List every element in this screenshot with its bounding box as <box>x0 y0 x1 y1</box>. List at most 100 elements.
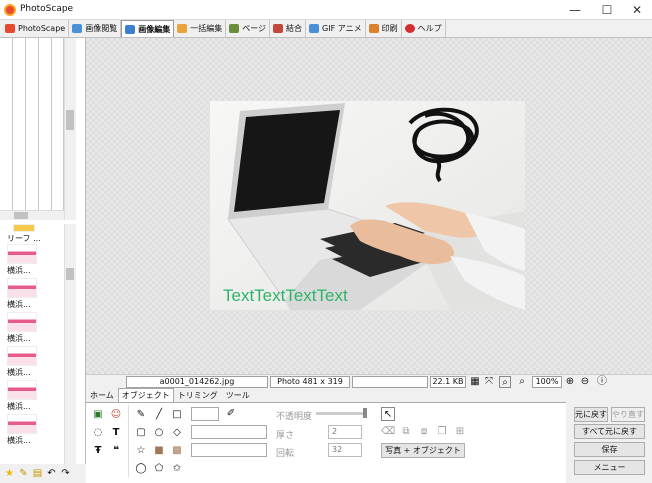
zoom-actual-icon[interactable]: ⌕ <box>516 376 528 388</box>
tab-gif[interactable]: GIF アニメ <box>306 20 366 37</box>
tab-print[interactable]: 印刷 <box>366 20 402 37</box>
thumbnail-scrollbar[interactable] <box>64 224 76 464</box>
editor-icon <box>125 24 136 34</box>
tab-label: 結合 <box>286 24 303 33</box>
maximize-button[interactable]: ☐ <box>592 0 622 20</box>
close-button[interactable]: ✕ <box>622 0 652 20</box>
pen-icon[interactable]: ✎ <box>134 408 148 422</box>
list-item[interactable]: リーフ ... <box>0 224 64 244</box>
line-style-dropdown[interactable] <box>191 425 267 439</box>
save-button[interactable]: 保存 <box>574 442 645 457</box>
select-arrow-icon[interactable]: ↖ <box>381 407 395 421</box>
main-tab-bar: PhotoScape 画像閲覧 画像編集 一括編集 ページ 結合 GIF アニメ… <box>0 20 652 38</box>
left-toolbar: ★ ✎ ▤ ↶ ↷ <box>0 464 86 483</box>
print-icon <box>368 24 379 33</box>
window-title: PhotoScape <box>20 4 74 14</box>
photo-insert-icon[interactable]: ▣ <box>91 408 105 422</box>
pentagon-icon[interactable]: ⬠ <box>152 462 166 476</box>
tab-viewer[interactable]: 画像閲覧 <box>69 20 122 37</box>
minimize-button[interactable]: — <box>560 0 590 20</box>
thumbnail-list: リーフ ... 横浜... 横浜... 横浜... 横浜... 横浜... 横浜… <box>0 224 64 464</box>
edit-tabs: ホーム オブジェクト トリミング ツール <box>86 388 254 402</box>
zoom-out-icon[interactable]: ⊖ <box>579 376 591 388</box>
edit-tab-tools[interactable]: ツール <box>222 388 254 402</box>
thickness-stepper[interactable]: 2 <box>328 425 362 439</box>
menu-button[interactable]: メニュー <box>574 460 645 475</box>
thumbnail-image <box>7 278 37 298</box>
star-outline-icon[interactable]: ✩ <box>170 462 184 476</box>
zoom-in-icon[interactable]: ⊕ <box>564 376 576 388</box>
edited-photo[interactable] <box>210 101 525 310</box>
delete-icon[interactable]: ⌫ <box>381 425 395 439</box>
list-item[interactable]: 横浜... <box>0 312 64 346</box>
edit-tab-home[interactable]: ホーム <box>86 388 118 402</box>
duplicate-icon[interactable]: ❐ <box>435 425 449 439</box>
rounded-rect-icon[interactable]: ▢ <box>134 426 148 440</box>
folder-horizontal-thumb[interactable] <box>14 212 28 219</box>
speech-bubble-icon[interactable]: ◌ <box>91 426 105 440</box>
opacity-slider[interactable] <box>316 412 366 415</box>
rotation-label: 回転 <box>276 449 295 459</box>
folder-scroll-thumb[interactable] <box>66 110 74 130</box>
text-box-icon[interactable]: Ŧ <box>91 444 105 458</box>
undo-all-button[interactable]: すべて元に戻す <box>574 424 645 439</box>
send-back-icon[interactable]: ⧈ <box>417 425 431 439</box>
thumbnail-image <box>7 380 37 400</box>
clipart-icon[interactable]: ☺ <box>109 408 123 422</box>
thumbnail-image <box>7 312 37 332</box>
forward-arrow-icon[interactable]: ↷ <box>60 468 71 479</box>
rotation-stepper[interactable]: 32 <box>328 443 362 457</box>
folder-arrow-icon[interactable]: ✎ <box>18 468 29 479</box>
folder-horizontal-scrollbar[interactable] <box>0 210 64 220</box>
rectangle-icon[interactable]: □ <box>170 408 184 422</box>
thumbnail-image <box>7 244 37 264</box>
list-item[interactable]: 横浜... <box>0 278 64 312</box>
folder-tree-column <box>39 38 52 220</box>
redo-button[interactable]: やり直す <box>611 407 645 422</box>
tab-batch[interactable]: 一括編集 <box>174 20 227 37</box>
rounded-fill-icon[interactable]: ▩ <box>170 444 184 458</box>
tab-label: 画像閲覧 <box>85 24 118 33</box>
folder-open-icon[interactable]: ▤ <box>32 468 43 479</box>
circle-icon[interactable]: ○ <box>152 426 166 440</box>
list-item[interactable]: 横浜... <box>0 414 64 448</box>
fill-style-dropdown[interactable] <box>191 443 267 457</box>
text-icon[interactable]: T <box>109 426 123 440</box>
transparency-icon[interactable]: ▦ <box>469 376 481 388</box>
thumbnail-label: 横浜... <box>7 266 31 275</box>
edit-tab-crop[interactable]: トリミング <box>174 388 222 402</box>
tab-photoscape[interactable]: PhotoScape <box>2 20 70 37</box>
list-item[interactable]: 横浜... <box>0 244 64 278</box>
diamond-icon[interactable]: ◇ <box>170 426 184 440</box>
color-picker-dropdown[interactable] <box>191 407 219 421</box>
left-panel: リーフ ... 横浜... 横浜... 横浜... 横浜... 横浜... 横浜… <box>0 38 86 483</box>
back-arrow-icon[interactable]: ↶ <box>46 468 57 479</box>
thumbnail-scroll-thumb[interactable] <box>66 268 74 280</box>
edit-tab-object[interactable]: オブジェクト <box>117 388 174 402</box>
eyedropper-icon[interactable]: ✐ <box>224 407 238 421</box>
circle-outline-icon[interactable]: ◯ <box>134 462 148 476</box>
tab-page[interactable]: ページ <box>226 20 271 37</box>
star-shape-icon[interactable]: ☆ <box>134 444 148 458</box>
group-icon[interactable]: ⊞ <box>453 425 467 439</box>
line-icon[interactable]: ╱ <box>152 408 166 422</box>
tab-help[interactable]: ヘルプ <box>402 20 446 37</box>
photoscape-icon <box>5 24 15 33</box>
quote-icon[interactable]: ❝ <box>109 444 123 458</box>
fit-screen-icon[interactable]: ⤧ <box>483 376 495 388</box>
square-fill-icon[interactable]: ■ <box>152 444 166 458</box>
tab-label: ページ <box>242 24 267 33</box>
list-item[interactable]: 横浜... <box>0 380 64 414</box>
tab-editor[interactable]: 画像編集 <box>121 20 175 37</box>
tab-combine[interactable]: 結合 <box>270 20 307 37</box>
zoom-fit-icon[interactable]: ⌕ <box>499 376 511 388</box>
status-empty <box>352 376 428 388</box>
info-icon[interactable]: ⓘ <box>596 376 608 388</box>
list-item[interactable]: 横浜... <box>0 346 64 380</box>
photo-object-button[interactable]: 写真 + オブジェクト <box>381 443 465 458</box>
star-icon[interactable]: ★ <box>4 468 15 479</box>
bring-front-icon[interactable]: ⧉ <box>399 425 413 439</box>
opacity-slider-handle[interactable] <box>363 408 367 418</box>
photo-text-overlay[interactable]: TextTextTextText <box>223 286 348 306</box>
undo-button[interactable]: 元に戻す <box>574 407 608 422</box>
